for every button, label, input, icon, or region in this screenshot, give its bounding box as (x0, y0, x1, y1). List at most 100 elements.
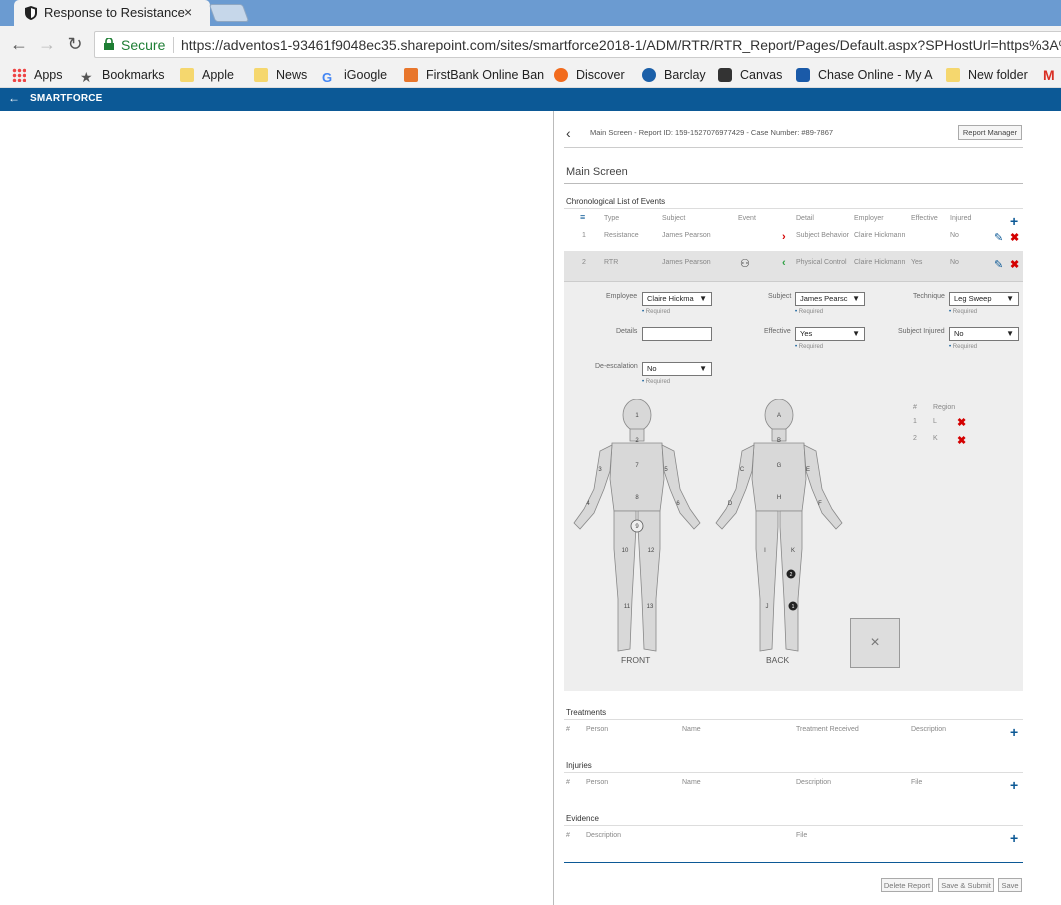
bookmark-barclay[interactable]: Barclay (642, 66, 706, 84)
body-diagram-front[interactable]: 1 2 3 4 5 6 7 8 9 10 11 12 13 (572, 399, 702, 661)
back-region-D[interactable]: D (728, 501, 733, 507)
forward-arrow-icon[interactable]: → (36, 34, 58, 55)
back-left-leg[interactable] (755, 510, 779, 652)
back-region-E[interactable]: E (806, 467, 810, 473)
effective-select[interactable]: Yes ▼ (795, 327, 865, 341)
col-injured: Injured (950, 215, 972, 222)
folder-icon (946, 68, 960, 82)
front-region-12[interactable]: 12 (648, 548, 655, 554)
injury-marker-2-label: 2 (790, 572, 793, 578)
dropdown-arrow-icon: ▼ (699, 364, 707, 373)
gmail-icon[interactable]: M (1043, 66, 1055, 84)
bookmark-canvas[interactable]: Canvas (718, 66, 782, 84)
front-region-11[interactable]: 11 (624, 604, 631, 610)
address-bar[interactable]: Secure https://adventos1-93461f9048ec35.… (94, 31, 1061, 58)
table-row-selected[interactable] (564, 251, 1023, 281)
url-text[interactable]: https://adventos1-93461f9048ec35.sharepo… (181, 37, 1061, 53)
back-region-A[interactable]: A (777, 413, 781, 419)
deescalation-select[interactable]: No ▼ (642, 362, 712, 376)
save-button[interactable]: Save (998, 878, 1022, 892)
back-region-K[interactable]: K (791, 548, 795, 554)
front-right-leg[interactable] (613, 510, 637, 652)
bookmark-apps[interactable]: Apps (12, 66, 63, 84)
dropdown-arrow-icon: ▼ (852, 329, 860, 338)
back-region-G[interactable]: G (777, 463, 782, 469)
new-tab-button[interactable] (208, 4, 250, 22)
subject-injured-label: Subject Injured (898, 328, 945, 335)
chevron-left-icon[interactable]: ‹ (566, 125, 571, 141)
edit-pencil-icon[interactable]: ✎ (994, 258, 1003, 271)
browser-tab[interactable]: Response to Resistance × (14, 0, 210, 26)
reload-icon[interactable]: ↻ (64, 34, 86, 55)
row-effective: Yes (911, 259, 923, 266)
divider (564, 825, 1023, 826)
employee-select[interactable]: Claire Hickma ▼ (642, 292, 712, 306)
delete-region-x-icon[interactable]: ✖ (957, 416, 966, 429)
tab-close-icon[interactable]: × (184, 4, 192, 20)
dropdown-arrow-icon: ▼ (852, 294, 860, 303)
back-region-F[interactable]: F (818, 501, 822, 507)
employee-label: Employee (606, 293, 638, 300)
chevron-left-green-icon: ‹ (782, 257, 786, 269)
col-detail: Detail (796, 215, 814, 222)
body-diagram-back[interactable]: A B C D E F G H I J K 2 1 (714, 399, 844, 661)
bookmark-firstbank[interactable]: FirstBank Online Ban (404, 66, 544, 84)
back-arrow-icon[interactable]: ← (8, 91, 20, 105)
add-evidence-plus-icon[interactable]: + (1010, 830, 1018, 846)
back-right-leg[interactable] (779, 510, 803, 652)
front-label: FRONT (621, 655, 651, 665)
bookmark-igoogle[interactable]: GiGoogle (322, 66, 387, 85)
bookmark-apple[interactable]: Apple (180, 66, 234, 84)
required-hint: • Required (795, 309, 824, 315)
row-detail: Subject Behavior (796, 232, 849, 239)
edit-pencil-icon[interactable]: ✎ (994, 231, 1003, 244)
row-subject: James Pearson (662, 259, 711, 266)
back-region-C[interactable]: C (740, 467, 745, 473)
front-left-arm[interactable] (661, 444, 701, 530)
clear-diagram-button[interactable]: × (850, 618, 900, 668)
region-num-header: # (913, 404, 917, 411)
divider (564, 772, 1023, 773)
back-region-B[interactable]: B (777, 438, 781, 444)
front-left-leg[interactable] (637, 510, 661, 652)
details-input[interactable] (642, 327, 712, 341)
col-file: File (796, 832, 808, 839)
bookmark-new-folder[interactable]: New folder (946, 66, 1028, 84)
delete-region-x-icon[interactable]: ✖ (957, 434, 966, 447)
bookmark-chase[interactable]: Chase Online - My A (796, 66, 933, 84)
row-subject: James Pearson (662, 232, 711, 239)
subject-injured-select[interactable]: No ▼ (949, 327, 1019, 341)
back-left-arm[interactable] (715, 444, 755, 530)
bookmark-discover[interactable]: Discover (554, 66, 625, 84)
back-right-arm[interactable] (803, 444, 843, 530)
technique-select[interactable]: Leg Sweep ▼ (949, 292, 1019, 306)
back-arrow-icon[interactable]: ← (8, 34, 30, 55)
add-injury-plus-icon[interactable]: + (1010, 777, 1018, 793)
bookmark-bookmarks[interactable]: ★ Bookmarks (80, 66, 165, 84)
deescalation-label: De-escalation (595, 363, 638, 370)
back-region-J[interactable]: J (766, 604, 769, 610)
required-hint: • Required (642, 309, 671, 315)
front-right-arm[interactable] (573, 444, 613, 530)
required-hint: • Required (949, 309, 978, 315)
report-manager-button[interactable]: Report Manager (958, 125, 1022, 140)
browser-toolbar: ← → ↻ Secure https://adventos1-93461f904… (0, 26, 1061, 62)
divider (564, 719, 1023, 720)
injuries-title: Injuries (566, 761, 592, 770)
discover-icon (554, 68, 568, 82)
back-region-H[interactable]: H (777, 495, 781, 501)
save-submit-button[interactable]: Save & Submit (938, 878, 994, 892)
front-region-10[interactable]: 10 (622, 548, 629, 554)
col-description: Description (911, 726, 947, 733)
divider (564, 147, 1023, 148)
add-treatment-plus-icon[interactable]: + (1010, 724, 1018, 740)
subject-select[interactable]: James Pearsc ▼ (795, 292, 865, 306)
list-icon[interactable]: ≡ (580, 212, 585, 222)
bookmark-news[interactable]: News (254, 66, 307, 84)
delete-x-icon[interactable]: ✖ (1010, 258, 1019, 271)
delete-report-button[interactable]: Delete Report (881, 878, 933, 892)
divider (564, 183, 1023, 184)
front-region-13[interactable]: 13 (647, 604, 654, 610)
table-row[interactable]: 1 Resistance James Pearson › Subject Beh… (564, 227, 1023, 249)
delete-x-icon[interactable]: ✖ (1010, 231, 1019, 244)
